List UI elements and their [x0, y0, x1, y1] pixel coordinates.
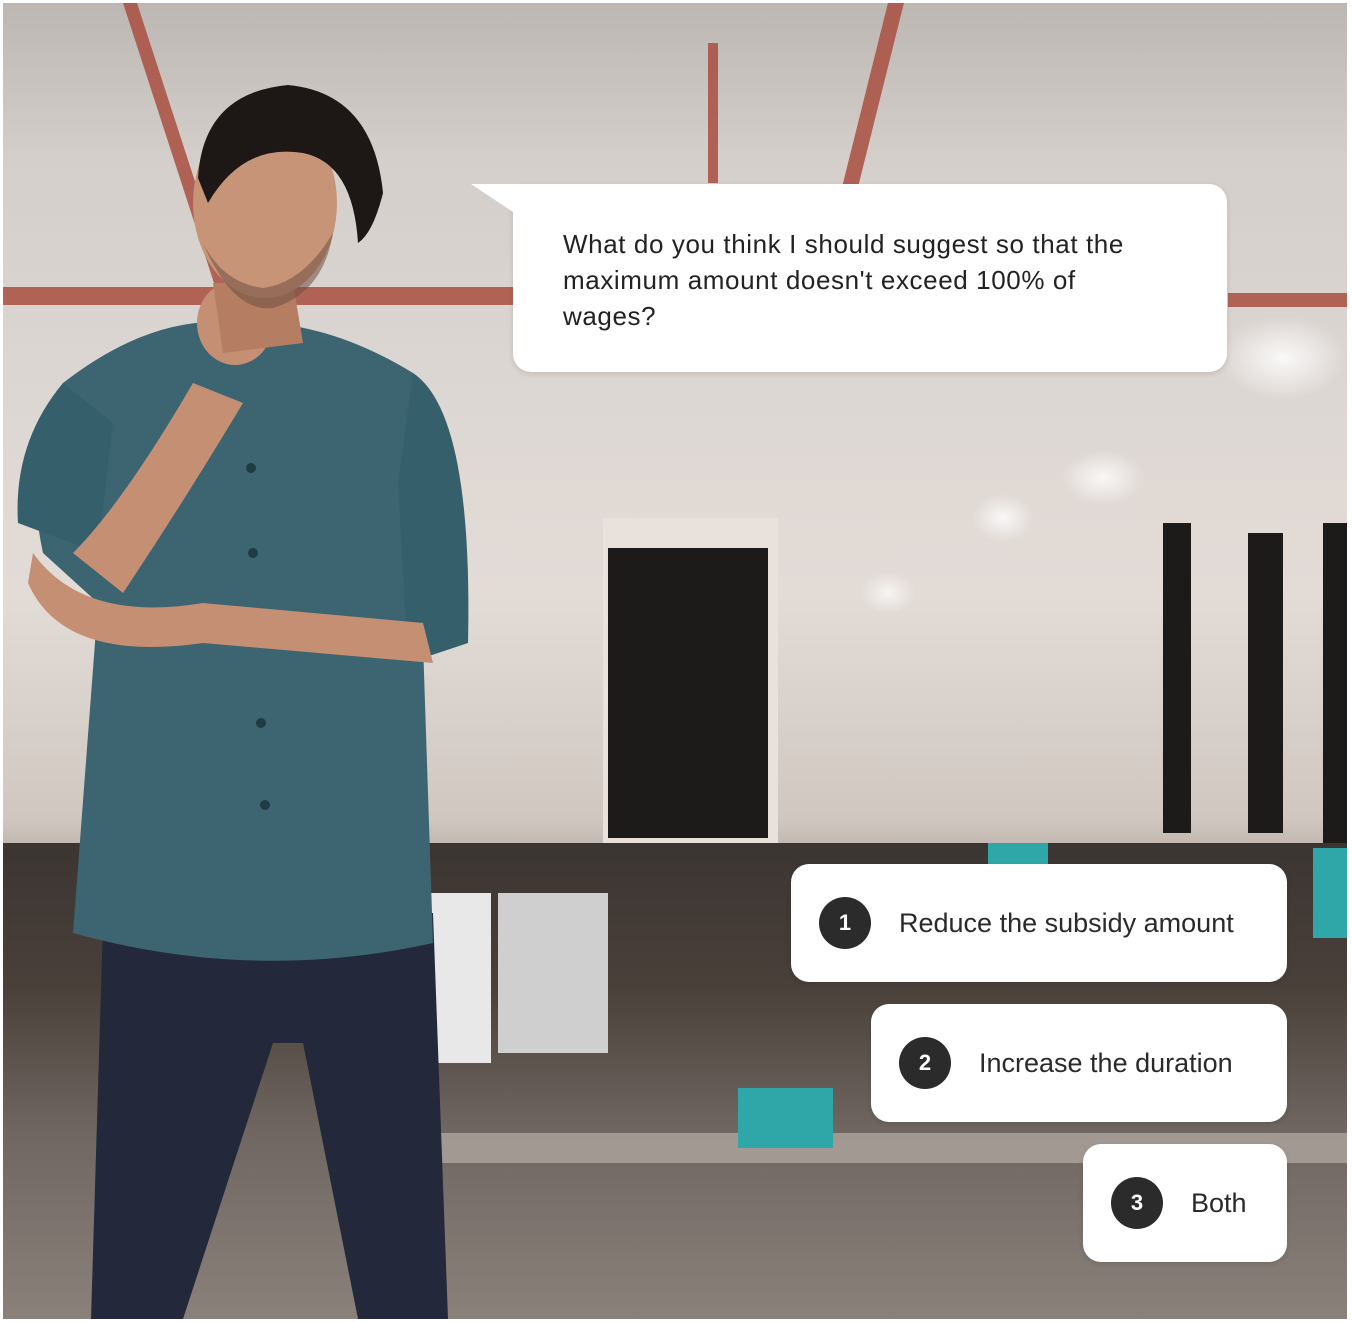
window — [1323, 523, 1347, 843]
window — [1248, 533, 1283, 833]
ceiling-beam — [838, 3, 904, 203]
choice-option-2[interactable]: 2 Increase the duration — [871, 1004, 1287, 1122]
choice-label: Reduce the subsidy amount — [899, 907, 1234, 938]
speech-bubble: What do you think I should suggest so th… — [471, 184, 1227, 372]
window — [608, 548, 768, 838]
choice-option-1[interactable]: 1 Reduce the subsidy amount — [791, 864, 1287, 982]
character-thinking-man — [3, 83, 483, 1319]
character-illustration — [17, 85, 469, 1319]
choice-number-badge: 1 — [819, 897, 871, 949]
ceiling-beam — [708, 43, 718, 183]
ceiling-beam — [1228, 293, 1347, 307]
speech-bubble-tail — [471, 184, 531, 224]
choice-number-badge: 3 — [1111, 1177, 1163, 1229]
scene-background: What do you think I should suggest so th… — [3, 3, 1347, 1319]
monitor-screen — [738, 1088, 833, 1148]
choice-label: Both — [1191, 1187, 1247, 1218]
choice-option-3[interactable]: 3 Both — [1083, 1144, 1287, 1262]
question-text: What do you think I should suggest so th… — [563, 229, 1124, 331]
window — [1163, 523, 1191, 833]
choice-label: Increase the duration — [979, 1047, 1233, 1078]
monitor-screen — [1313, 848, 1347, 938]
monitor — [498, 893, 608, 1053]
choice-number-badge: 2 — [899, 1037, 951, 1089]
